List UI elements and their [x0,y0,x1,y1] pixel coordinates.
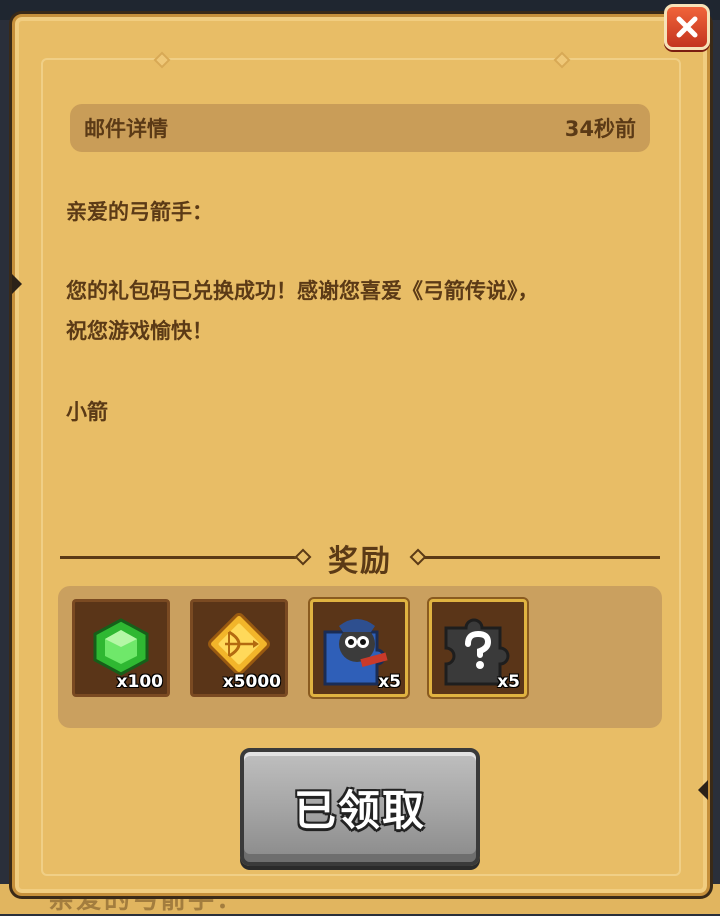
close-button[interactable] [664,4,710,50]
reward-quantity: x100 [116,672,163,692]
mail-greeting: 亲爱的弓箭手： [66,200,213,224]
reward-quantity: x5 [497,672,520,692]
reward-item-gems[interactable]: x100 [72,599,170,697]
reward-quantity: x5 [378,672,401,692]
reward-item-hero-puzzle[interactable]: x5 [310,599,408,697]
reward-item-mystery-puzzle[interactable]: x5 [429,599,527,697]
claimed-button[interactable]: 已领取 [240,748,480,866]
right-arrow-icon [698,780,708,800]
mail-header: 邮件详情 34秒前 [70,104,650,152]
reward-quantity: x5000 [222,672,281,692]
mail-time: 34秒前 [564,117,636,141]
reward-title: 奖励 [328,544,392,579]
reward-divider-left [60,556,296,559]
mail-header-title: 邮件详情 [84,117,168,141]
mail-body-line-1: 您的礼包码已兑换成功！感谢您喜爱《弓箭传说》， [66,279,539,303]
reward-divider-right [424,556,660,559]
claimed-button-label: 已领取 [293,785,426,835]
mail-signature: 小箭 [66,400,108,424]
left-arrow-icon [12,274,22,294]
close-icon [676,16,698,38]
mail-body-line-2: 祝您游戏愉快！ [66,319,213,343]
reward-item-coins[interactable]: x5000 [190,599,288,697]
